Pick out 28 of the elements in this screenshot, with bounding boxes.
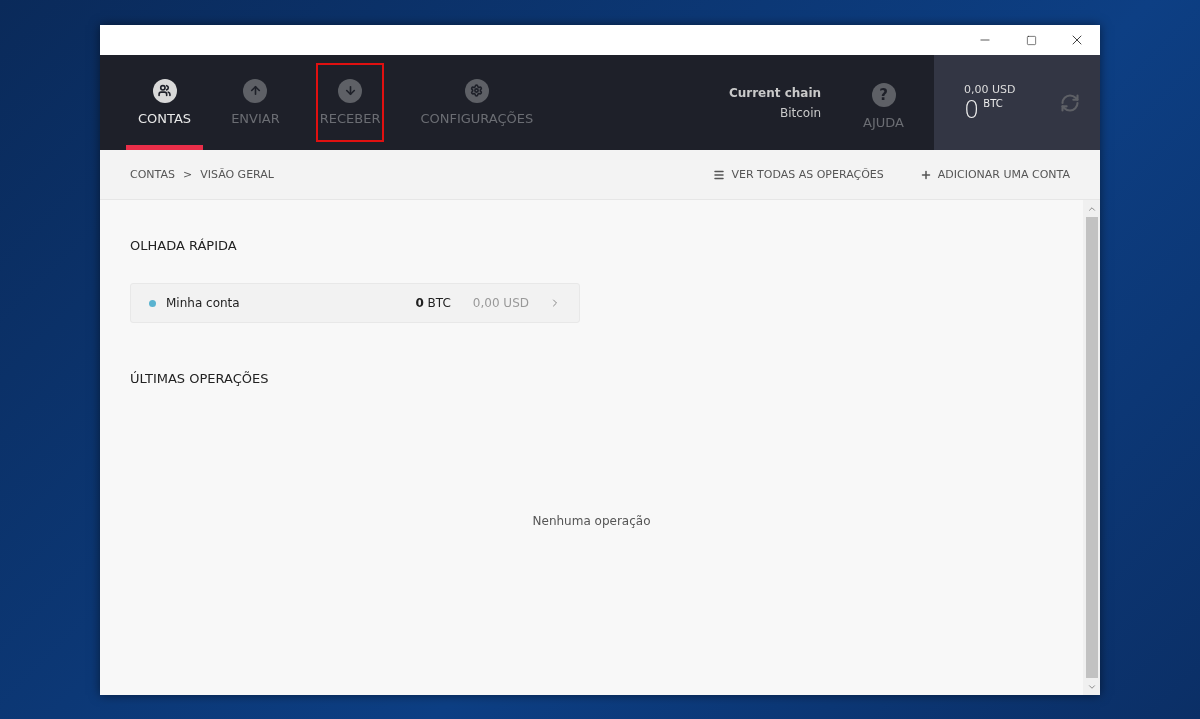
- users-icon: [152, 78, 177, 103]
- account-fiat: 0,00 USD: [472, 296, 529, 310]
- chain-name: Bitcoin: [779, 105, 822, 120]
- scrollbar-thumb[interactable]: [1085, 217, 1098, 678]
- arrow-up-icon: [243, 78, 268, 103]
- btc-amount: 0: [964, 98, 980, 122]
- help-icon: ?: [871, 83, 896, 107]
- current-chain-label: Current chain: [728, 85, 822, 100]
- account-row[interactable]: Minha conta 0 BTC 0,00 USD: [130, 283, 580, 323]
- plus-icon: [919, 168, 932, 181]
- breadcrumb-separator: >: [182, 168, 193, 181]
- section-title: OLHADA RÁPIDA: [130, 238, 238, 253]
- scrollbar[interactable]: [1083, 200, 1100, 695]
- arrow-down-icon: [338, 78, 363, 103]
- breadcrumb-item: VISÃO GERAL: [200, 168, 274, 181]
- maximize-icon: [1025, 34, 1037, 46]
- fiat-balance: 0,00 USD: [964, 83, 1016, 96]
- add-account-link[interactable]: ADICIONAR UMA CONTA: [919, 168, 1070, 181]
- account-balance: 0 BTC: [415, 296, 451, 310]
- refresh-icon[interactable]: [1060, 92, 1080, 113]
- empty-message: Nenhuma operação: [532, 514, 651, 528]
- btc-unit: BTC: [983, 98, 1003, 109]
- gear-icon: [464, 78, 489, 103]
- section-title: ÚLTIMAS OPERAÇÕES: [130, 371, 270, 386]
- breadcrumb-item[interactable]: CONTAS: [130, 168, 175, 181]
- view-all-link[interactable]: VER TODAS AS OPERAÇÕES: [713, 168, 884, 181]
- menu-icon: [713, 168, 726, 181]
- account-name: Minha conta: [166, 296, 241, 310]
